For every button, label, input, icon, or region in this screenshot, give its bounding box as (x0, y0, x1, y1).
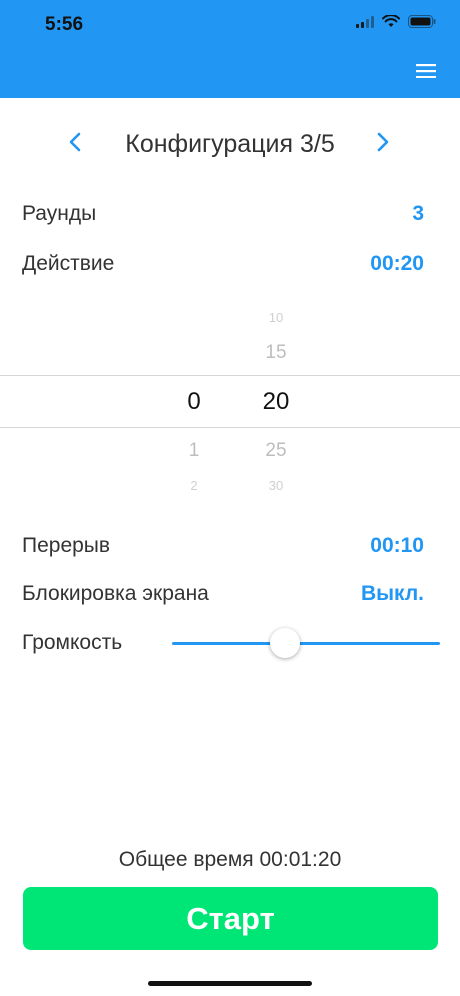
menu-button[interactable] (414, 62, 438, 84)
prev-config-button[interactable] (60, 128, 90, 160)
start-button[interactable]: Старт (23, 887, 438, 950)
action-label: Действие (22, 252, 115, 275)
config-navigator: Конфигурация 3/5 (0, 118, 460, 170)
rounds-label: Раунды (22, 202, 97, 225)
volume-row: Громкость (22, 625, 442, 661)
config-title: Конфигурация 3/5 (125, 129, 335, 158)
seconds-selected[interactable]: 20 (246, 388, 306, 416)
volume-slider-track[interactable] (172, 642, 440, 645)
minutes-selected[interactable]: 0 (164, 388, 224, 416)
picker-divider-bottom (0, 427, 460, 428)
home-indicator (148, 981, 312, 986)
status-icons (356, 14, 436, 33)
total-time: Общее время 00:01:20 (118, 848, 342, 871)
screen-lock-label: Блокировка экрана (22, 582, 209, 605)
seconds-option[interactable]: 30 (246, 478, 306, 493)
seconds-option[interactable]: 10 (246, 310, 306, 325)
seconds-option[interactable]: 25 (246, 440, 306, 462)
minutes-option[interactable]: 1 (164, 440, 224, 462)
hamburger-icon (416, 63, 436, 83)
rounds-row[interactable]: Раунды 3 (22, 196, 424, 232)
rest-label: Перерыв (22, 534, 111, 557)
status-time: 5:56 (45, 14, 84, 35)
rounds-value[interactable]: 3 (412, 202, 424, 226)
action-row[interactable]: Действие 00:20 (22, 246, 424, 282)
screen-lock-row[interactable]: Блокировка экрана Выкл. (22, 576, 424, 612)
chevron-right-icon (377, 132, 389, 157)
volume-label: Громкость (22, 631, 123, 654)
next-config-button[interactable] (368, 128, 398, 160)
chevron-left-icon (69, 132, 81, 157)
picker-divider-top (0, 375, 460, 376)
signal-icon (356, 15, 374, 33)
rest-value[interactable]: 00:10 (370, 534, 424, 558)
minutes-option[interactable]: 2 (164, 478, 224, 493)
seconds-option[interactable]: 15 (246, 342, 306, 364)
app-header: 5:56 (0, 0, 460, 98)
volume-slider-thumb[interactable] (269, 628, 300, 658)
wifi-icon (382, 14, 400, 33)
screen-lock-value[interactable]: Выкл. (361, 582, 424, 606)
rest-row[interactable]: Перерыв 00:10 (22, 528, 424, 564)
battery-icon (408, 15, 436, 33)
action-value[interactable]: 00:20 (370, 252, 424, 276)
time-picker[interactable]: 0 1 2 10 15 20 25 30 (0, 300, 460, 500)
